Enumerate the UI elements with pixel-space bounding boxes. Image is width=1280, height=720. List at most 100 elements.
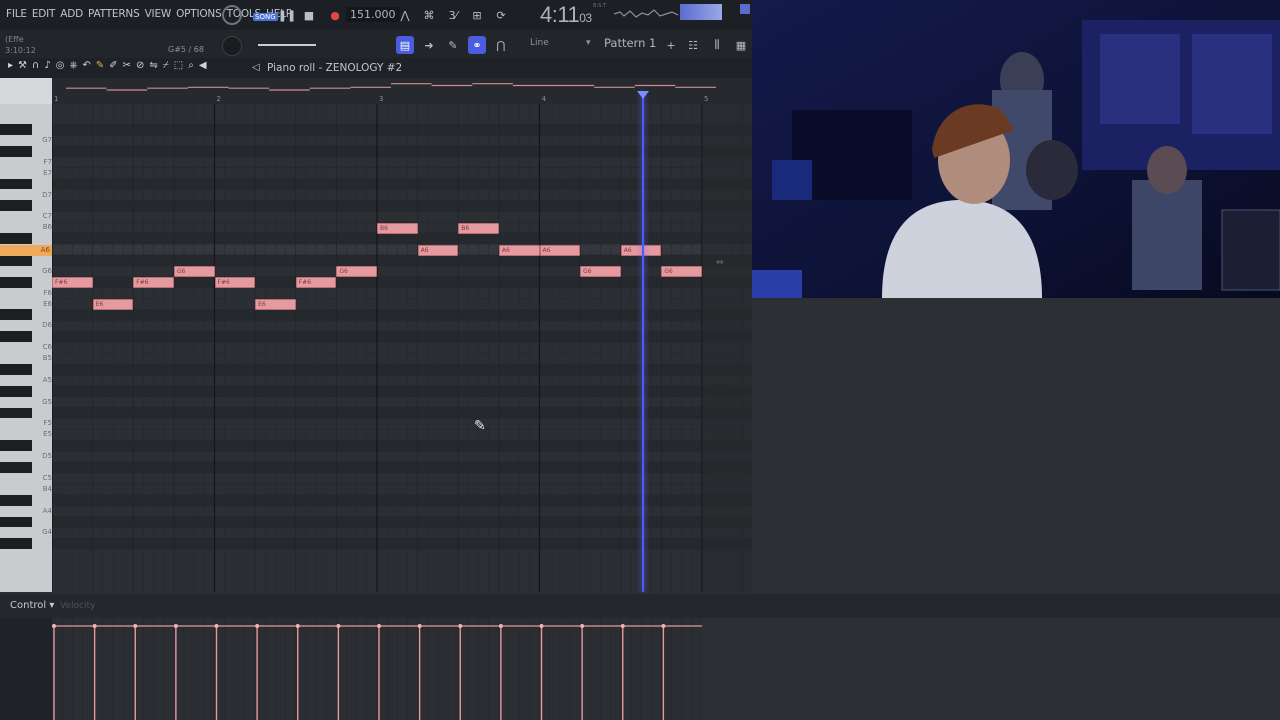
black-key[interactable] xyxy=(0,200,32,212)
note-fsharp6[interactable]: F#6 xyxy=(214,277,256,289)
note-e6[interactable]: E6 xyxy=(92,299,134,310)
tempo-display[interactable]: 151.000 xyxy=(346,7,400,22)
velocity-handle[interactable] xyxy=(133,624,138,628)
control-selector[interactable]: Control ▾ xyxy=(10,600,54,611)
menu-patterns[interactable]: PATTERNS xyxy=(88,8,140,20)
black-key[interactable] xyxy=(0,385,32,397)
mixer-icon[interactable]: ⫼ xyxy=(708,36,726,54)
snap-selector[interactable]: Line xyxy=(530,38,549,48)
black-key[interactable] xyxy=(0,309,32,321)
velocity-handle[interactable] xyxy=(295,624,300,628)
note-grid[interactable]: F#6 E6 F#6 G6 F#6 E6 F#6 G6 B6 A6 B6 A6 A6 G6 A6 G6 xyxy=(52,104,752,592)
note-e6[interactable]: E6 xyxy=(255,299,296,310)
note-fsharp6[interactable]: F#6 xyxy=(52,277,93,289)
velocity-handle[interactable] xyxy=(336,624,341,628)
note-b6[interactable]: B6 xyxy=(458,222,499,234)
magnet-icon[interactable]: ⋂ xyxy=(492,36,510,54)
black-key[interactable] xyxy=(0,363,32,375)
velocity-lane[interactable] xyxy=(52,618,702,720)
black-key[interactable] xyxy=(0,233,32,244)
black-key[interactable] xyxy=(0,178,32,190)
arrow-right-icon[interactable]: ➜ xyxy=(420,36,438,54)
undo-icon[interactable]: ↶ xyxy=(82,60,90,71)
pause-button[interactable]: ❚❚ xyxy=(278,6,296,24)
brush-tool-icon[interactable]: ✐ xyxy=(109,60,117,71)
slip-tool-icon[interactable]: ⇋ xyxy=(149,60,157,71)
delete-tool-icon[interactable]: ✂ xyxy=(123,60,131,71)
scale-icon[interactable]: ⎈ xyxy=(69,60,77,71)
note-g6[interactable]: G6 xyxy=(580,266,621,278)
pattern-selector[interactable]: Pattern 1 xyxy=(604,36,656,50)
menu-file[interactable]: FILE xyxy=(6,8,27,20)
black-key[interactable] xyxy=(0,494,32,506)
velocity-handle[interactable] xyxy=(458,624,463,628)
menu-add[interactable]: ADD xyxy=(60,8,83,20)
playhead-marker-icon[interactable] xyxy=(637,91,649,99)
velocity-handle[interactable] xyxy=(255,624,260,628)
velocity-handle[interactable] xyxy=(377,624,381,628)
note-g6[interactable]: G6 xyxy=(336,266,377,278)
countdown-icon[interactable]: 3⁄ xyxy=(444,6,462,24)
stop-button[interactable]: ■ xyxy=(300,6,318,24)
note-fsharp6[interactable]: F#6 xyxy=(295,277,337,289)
menu-view[interactable]: VIEW xyxy=(145,8,172,20)
velocity-handle[interactable] xyxy=(92,624,97,628)
slice-tool-icon[interactable]: ⌿ xyxy=(163,60,169,71)
velocity-handle[interactable] xyxy=(52,624,56,628)
panel-toggle-icon[interactable] xyxy=(740,4,750,14)
velocity-handle[interactable] xyxy=(661,624,666,628)
black-key[interactable] xyxy=(0,145,32,157)
wait-record-icon[interactable]: ⌘ xyxy=(420,6,438,24)
master-volume-slider[interactable] xyxy=(258,44,316,46)
menu-options[interactable]: OPTIONS xyxy=(176,8,222,20)
black-key[interactable] xyxy=(0,407,32,419)
speaker-icon[interactable]: ◀ xyxy=(199,60,207,71)
black-key[interactable] xyxy=(0,440,32,452)
pencil-icon[interactable]: ✎ xyxy=(444,36,462,54)
note-a6[interactable]: A6 xyxy=(498,244,540,256)
note-fsharp6[interactable]: F#6 xyxy=(133,277,174,289)
magnet-tool-icon[interactable]: ∩ xyxy=(32,60,39,71)
master-pitch-knob[interactable] xyxy=(222,36,242,56)
wrench-icon[interactable]: ⚒ xyxy=(18,60,27,71)
scroll-handle-icon[interactable]: ⇔ xyxy=(716,258,724,268)
record-tool-icon[interactable]: ◎ xyxy=(56,60,65,71)
menu-edit[interactable]: EDIT xyxy=(32,8,56,20)
black-key[interactable] xyxy=(0,462,32,473)
record-button[interactable]: ● xyxy=(326,6,344,24)
piano-keyboard[interactable]: G7 F7 E7 D7 C7 B6 A6 G6 F6 E6 D6 C6 B5 A5 G5 F5 E5 D5 C5 B4… xyxy=(0,104,52,592)
playhead[interactable] xyxy=(641,92,644,592)
add-pattern-button[interactable]: + xyxy=(662,36,680,54)
velocity-handle[interactable] xyxy=(620,624,625,628)
black-key[interactable] xyxy=(0,516,32,528)
play-tool-icon[interactable]: ♪ xyxy=(44,60,50,71)
song-mode-knob[interactable] xyxy=(222,5,242,25)
velocity-handle[interactable] xyxy=(173,624,178,628)
note-g6[interactable]: G6 xyxy=(173,266,215,278)
note-g6[interactable]: G6 xyxy=(661,266,702,278)
note-b6[interactable]: B6 xyxy=(377,222,418,234)
link-icon[interactable]: ⚭ xyxy=(468,36,486,54)
velocity-handle[interactable] xyxy=(580,624,585,628)
mute-tool-icon[interactable]: ⊘ xyxy=(136,60,144,71)
black-key[interactable] xyxy=(0,331,32,343)
note-a6[interactable]: A6 xyxy=(417,244,459,256)
dropdown-icon[interactable]: ▾ xyxy=(586,38,591,48)
loop-record-icon[interactable]: ⟳ xyxy=(492,6,510,24)
options-arrow-icon[interactable]: ▸ xyxy=(8,60,13,71)
song-mode-toggle[interactable]: SONG xyxy=(253,13,278,21)
zoom-tool-icon[interactable]: ⌕ xyxy=(188,60,194,71)
velocity-handle[interactable] xyxy=(214,624,219,628)
note-a6[interactable]: A6 xyxy=(539,244,581,256)
step-edit-icon[interactable]: ⊞ xyxy=(468,6,486,24)
velocity-handle[interactable] xyxy=(498,624,503,628)
metronome-icon[interactable]: ⋀ xyxy=(396,6,414,24)
channel-rack-icon[interactable]: ▦ xyxy=(732,36,750,54)
black-key[interactable] xyxy=(0,124,32,135)
black-key[interactable] xyxy=(0,254,32,266)
pencil-tool-icon[interactable]: ✎ xyxy=(96,60,104,71)
velocity-handle[interactable] xyxy=(539,624,544,628)
piano-roll-title[interactable]: Piano roll - ZENOLOGY #2 xyxy=(267,62,402,74)
select-tool-icon[interactable]: ⬚ xyxy=(174,60,183,71)
black-key[interactable] xyxy=(0,538,32,550)
